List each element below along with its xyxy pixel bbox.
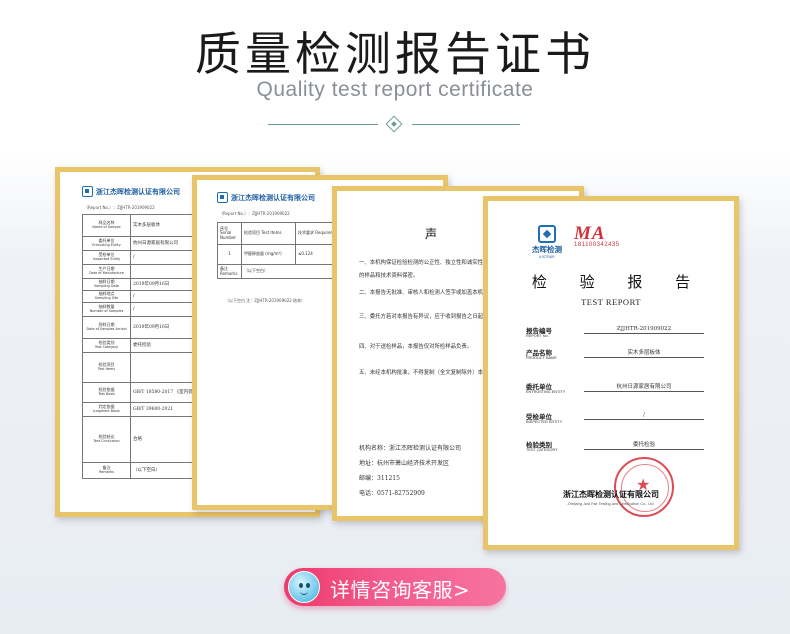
cma-number: 181100342435 bbox=[574, 242, 620, 248]
row-label: 抽样数量 Number of Samples bbox=[82, 302, 131, 317]
issuer-name: 浙江杰晖检测认证有限公司 bbox=[563, 489, 659, 499]
row-label-en: Test Category bbox=[94, 344, 119, 349]
row-label: 判定依据 Judgment Basis bbox=[82, 402, 131, 417]
cma-mark: MA 181100342435 bbox=[574, 223, 620, 248]
field-label-en: TEST CATEGORY bbox=[526, 448, 558, 452]
page-header: 质量检测报告证书 Quality test report certificate bbox=[0, 0, 790, 160]
justfair-logo: 杰晖检测 JUSTFAIR bbox=[532, 225, 562, 259]
org-phone: 电话：0571-82752909 bbox=[359, 490, 425, 497]
company-name: 浙江杰晖检测认证有限公司 bbox=[231, 193, 315, 202]
divider-right bbox=[412, 124, 520, 125]
row-label-en: Number of Samples bbox=[89, 308, 124, 313]
customer-service-button[interactable]: 详情咨询客服> bbox=[284, 568, 506, 606]
chat-mascot-icon bbox=[288, 571, 320, 603]
row-label-en: Test Conclusion bbox=[93, 438, 120, 443]
company-logo-icon bbox=[217, 192, 228, 203]
logo-en: JUSTFAIR bbox=[539, 255, 555, 259]
field-value: 委托检验 bbox=[584, 440, 704, 450]
mascot-mouth bbox=[300, 591, 308, 595]
row-label: 检验结论 Test Conclusion bbox=[82, 416, 131, 463]
field-test-category: 检验类别 TEST CATEGORY 委托检验 bbox=[526, 439, 704, 463]
field-label-en: REPORT No. bbox=[526, 334, 549, 338]
cell-item: 甲醛释放量 (mg/m³) bbox=[241, 244, 296, 265]
org-name: 机构名称：浙江杰晖检测认证有限公司 bbox=[359, 445, 462, 452]
row-label: 生产日期 Date of Manufacture bbox=[82, 264, 131, 279]
org-postcode: 邮编：311215 bbox=[359, 475, 400, 482]
row-label-en: Date of Samples Arrival bbox=[86, 326, 127, 331]
row-label: 备注 Remarks bbox=[82, 462, 131, 479]
row-label-en: Test Items bbox=[97, 366, 116, 371]
report-title-en: TEST REPORT bbox=[581, 297, 641, 307]
company-name: 浙江杰晖检测认证有限公司 bbox=[96, 187, 180, 196]
field-product-name: 产品名称 PRODUCT NAME 实木多层板体 bbox=[526, 347, 704, 371]
field-label-en: PRODUCT NAME bbox=[526, 356, 557, 360]
row-label: 受检单位 Inspected Entity bbox=[82, 250, 131, 265]
page-title: 质量检测报告证书 bbox=[195, 27, 595, 81]
row-label-en: Sampling Date bbox=[93, 283, 120, 288]
company-header: 浙江杰晖检测认证有限公司 bbox=[82, 186, 180, 197]
field-entrusting-entity: 委托单位 ENTRUSTING ENTITY 杭州日源家居有限公司 bbox=[526, 381, 704, 405]
logo-name: 杰晖检测 bbox=[532, 245, 562, 254]
row-label: 委托单位 Entrusting Entity bbox=[82, 236, 131, 251]
row-label-en: Judgment Basis bbox=[93, 408, 120, 413]
cell-remarks-label: 备注 Remarks bbox=[217, 264, 242, 279]
row-label-en: Entrusting Entity bbox=[92, 242, 121, 247]
field-report-no: 报告编号 REPORT No. ZJJHTR-201909022 bbox=[526, 325, 704, 349]
issuer-name-en: Zhejiang Just Fair Testing and Certifica… bbox=[567, 502, 655, 506]
company-header: 浙江杰晖检测认证有限公司 bbox=[217, 192, 315, 203]
row-label-en: Name of Sample bbox=[92, 224, 121, 229]
field-value: 实木多层板体 bbox=[584, 348, 704, 358]
mascot-eye bbox=[306, 583, 310, 588]
report-title: 检 验 报 告 bbox=[531, 273, 705, 291]
report-number: （Report No.）：ZJJHTR-201909022 bbox=[219, 211, 290, 216]
field-label-en: ENTRUSTING ENTITY bbox=[526, 390, 566, 394]
row-label-en: Inspected Entity bbox=[92, 256, 121, 261]
field-value: ZJJHTR-201909022 bbox=[584, 326, 704, 334]
row-label-en: Remarks bbox=[99, 469, 114, 474]
certificate-page-cover[interactable]: 杰晖检测 JUSTFAIR MA 181100342435 检 验 报 告 TE… bbox=[483, 196, 739, 550]
customer-service-label: 详情咨询客服> bbox=[330, 578, 471, 602]
cell-no: 1 bbox=[217, 244, 242, 265]
field-label-en: INSPECTED ENTITY bbox=[526, 420, 563, 424]
mascot-eye bbox=[299, 583, 303, 588]
divider-left bbox=[268, 124, 378, 125]
diamond-icon bbox=[385, 115, 403, 133]
row-label: 抽样日期 Sampling Date bbox=[82, 278, 131, 291]
row-label: 样品名称 Name of Sample bbox=[82, 214, 131, 237]
col-items: 检验项目 Test Items bbox=[241, 222, 296, 245]
row-label: 到样日期 Date of Samples Arrival bbox=[82, 316, 131, 339]
report-number: （Report No.）：ZJJHTR-201909022 bbox=[84, 205, 155, 210]
official-seal-icon bbox=[614, 457, 674, 517]
company-logo-icon bbox=[82, 186, 93, 197]
row-label-en: Sampling Site bbox=[94, 295, 119, 300]
field-value: 杭州日源家居有限公司 bbox=[584, 382, 704, 392]
col-serial: 序号 Serial Number bbox=[217, 222, 242, 245]
footnote: （以下空白 注：ZJJHTR-201909022 结束） bbox=[225, 298, 306, 303]
row-label: 抽样地点 Sampling Site bbox=[82, 290, 131, 303]
field-inspected-entity: 受检单位 INSPECTED ENTITY / bbox=[526, 411, 704, 435]
row-label: 检验类别 Test Category bbox=[82, 338, 131, 353]
justfair-logo-icon bbox=[538, 225, 556, 243]
org-address: 地址：杭州市萧山经济技术开发区 bbox=[359, 460, 450, 467]
row-label: 检验依据 Test Basis bbox=[82, 382, 131, 403]
row-label-en: Test Basis bbox=[98, 391, 115, 396]
row-label-en: Date of Manufacture bbox=[89, 270, 124, 275]
page-subtitle: Quality test report certificate bbox=[256, 78, 534, 101]
field-value: / bbox=[584, 412, 704, 420]
row-label: 检验项目 Test Items bbox=[82, 352, 131, 383]
